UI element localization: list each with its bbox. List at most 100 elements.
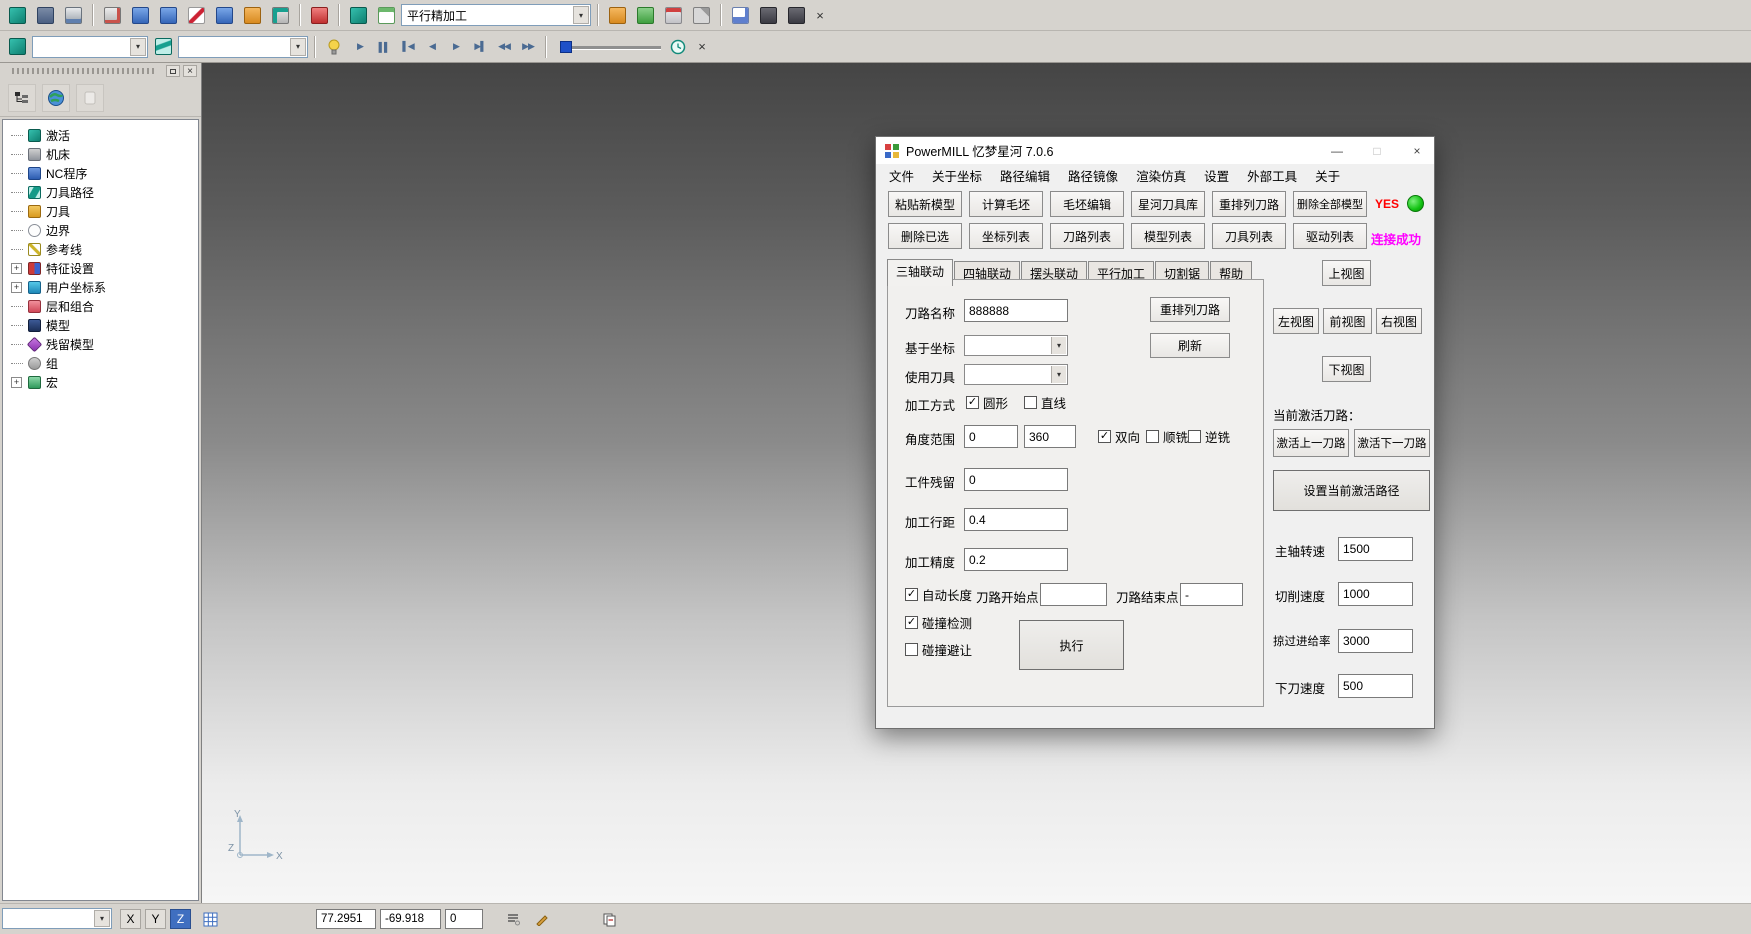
fast-forward-icon[interactable]: ▶▶ — [517, 37, 539, 57]
rewind-icon[interactable]: ◀◀ — [493, 37, 515, 57]
coord-z-field[interactable] — [445, 909, 483, 929]
menu-file[interactable]: 文件 — [880, 166, 923, 185]
tree-item-toolpaths[interactable]: 刀具路径 — [3, 183, 198, 202]
plunge-speed-input[interactable] — [1338, 674, 1413, 698]
world-icon[interactable] — [42, 84, 70, 112]
climb-mill-checkbox[interactable]: 顺铣 — [1146, 427, 1188, 446]
explorer-panel-header[interactable]: × — [0, 63, 201, 79]
chevron-down-icon[interactable]: ▾ — [1051, 337, 1066, 354]
axis-y-button[interactable]: Y — [145, 909, 166, 929]
view-front-button[interactable]: 前视图 — [1323, 308, 1372, 334]
undo-icon[interactable] — [211, 2, 237, 28]
chevron-down-icon[interactable]: ▾ — [130, 38, 146, 56]
list-icon[interactable] — [503, 909, 523, 929]
close-button[interactable]: × — [1400, 137, 1434, 164]
use-tool-combo[interactable]: ▾ — [964, 364, 1068, 385]
tool-icon[interactable] — [306, 2, 332, 28]
step-forward-icon[interactable]: ▶ — [445, 37, 467, 57]
rearrange-button[interactable]: 重排列刀路 — [1150, 297, 1230, 322]
expand-icon[interactable]: + — [11, 282, 22, 293]
toolpath-list-button[interactable]: 刀路列表 — [1050, 223, 1124, 249]
status-combo[interactable]: ▾ — [2, 908, 112, 929]
strategy-preset-combo[interactable]: 平行精加工 ▾ — [401, 4, 591, 26]
model-list-button[interactable]: 模型列表 — [1131, 223, 1205, 249]
bidirectional-checkbox[interactable]: ✓双向 — [1098, 427, 1140, 446]
import-icon[interactable] — [127, 2, 153, 28]
toolbar-close-icon[interactable]: × — [693, 38, 711, 56]
calculator-icon[interactable] — [660, 2, 686, 28]
activate-prev-button[interactable]: 激活上一刀路 — [1273, 429, 1349, 457]
skim-feed-input[interactable] — [1338, 629, 1413, 653]
expand-icon[interactable]: + — [11, 377, 22, 388]
save-icon[interactable] — [32, 2, 58, 28]
export-icon[interactable] — [155, 2, 181, 28]
menu-settings[interactable]: 设置 — [1195, 166, 1238, 185]
activate-next-button[interactable]: 激活下一刀路 — [1354, 429, 1430, 457]
paste-model-icon[interactable] — [99, 2, 125, 28]
grid-icon[interactable] — [199, 909, 221, 929]
tool-list-button[interactable]: 刀具列表 — [1212, 223, 1286, 249]
pen-icon[interactable] — [183, 2, 209, 28]
print-icon[interactable] — [60, 2, 86, 28]
toolpath-stack-icon[interactable] — [4, 34, 30, 60]
line-checkbox[interactable]: 直线 — [1024, 393, 1066, 412]
menu-external-tools[interactable]: 外部工具 — [1238, 166, 1306, 185]
tab-3axis[interactable]: 三轴联动 — [887, 259, 953, 286]
maximize-button[interactable]: □ — [1360, 137, 1394, 164]
plot-icon[interactable] — [632, 2, 658, 28]
axis-z-button[interactable]: Z — [170, 909, 191, 929]
tree-item-levels-sets[interactable]: 层和组合 — [3, 297, 198, 316]
tree-item-tools[interactable]: 刀具 — [3, 202, 198, 221]
refresh-button[interactable]: 刷新 — [1150, 333, 1230, 358]
transform-icon[interactable] — [239, 2, 265, 28]
chevron-down-icon[interactable]: ▾ — [94, 910, 110, 927]
step-back-icon[interactable]: ◀ — [421, 37, 443, 57]
chevron-down-icon[interactable]: ▾ — [573, 6, 589, 24]
axis-x-button[interactable]: X — [120, 909, 141, 929]
workplane-combo[interactable]: ▾ — [964, 335, 1068, 356]
tool-library-button[interactable]: 星河刀具库 — [1131, 191, 1205, 217]
menu-render-sim[interactable]: 渲染仿真 — [1127, 166, 1195, 185]
view-left-button[interactable]: 左视图 — [1273, 308, 1319, 334]
spindle-speed-input[interactable] — [1338, 537, 1413, 561]
cutting-speed-input[interactable] — [1338, 582, 1413, 606]
paste-new-model-button[interactable]: 粘贴新模型 — [888, 191, 962, 217]
chart-icon[interactable] — [727, 2, 753, 28]
menu-path-edit[interactable]: 路径编辑 — [991, 166, 1059, 185]
view-bottom-button[interactable]: 下视图 — [1322, 356, 1371, 382]
tree-item-activate[interactable]: 激活 — [3, 126, 198, 145]
tree-item-macros[interactable]: +宏 — [3, 373, 198, 392]
slider-handle[interactable] — [560, 41, 572, 53]
chevron-down-icon[interactable]: ▾ — [1051, 366, 1066, 383]
tree-item-feature-sets[interactable]: +特征设置 — [3, 259, 198, 278]
stock-edit-button[interactable]: 毛坯编辑 — [1050, 191, 1124, 217]
conventional-mill-checkbox[interactable]: 逆铣 — [1188, 427, 1230, 446]
annotation-pen-icon[interactable] — [532, 909, 552, 929]
tree-item-machine[interactable]: 机床 — [3, 145, 198, 164]
toolpath-name-input[interactable] — [964, 299, 1068, 322]
end-point-input[interactable] — [1180, 583, 1243, 606]
view-top-button[interactable]: 上视图 — [1322, 260, 1371, 286]
expand-icon[interactable]: + — [11, 263, 22, 274]
panel-grip[interactable] — [12, 68, 155, 74]
play-icon[interactable]: ▶ — [349, 37, 371, 57]
hammer-icon[interactable] — [604, 2, 630, 28]
collision-avoid-checkbox[interactable]: 碰撞避让 — [905, 640, 972, 659]
calc-stock-button[interactable]: 计算毛坯 — [969, 191, 1043, 217]
simulation-speed-slider[interactable] — [558, 37, 663, 57]
block-flag-icon[interactable] — [267, 2, 293, 28]
toolbar-close-icon[interactable]: × — [811, 6, 829, 24]
layers2-icon[interactable] — [345, 2, 371, 28]
toolpath-combo[interactable]: ▾ — [32, 36, 148, 58]
set-active-path-button[interactable]: 设置当前激活路径 — [1273, 470, 1430, 511]
menu-path-mirror[interactable]: 路径镜像 — [1059, 166, 1127, 185]
tree-item-patterns[interactable]: 参考线 — [3, 240, 198, 259]
panel-close-button[interactable]: × — [183, 65, 197, 77]
start-point-input[interactable] — [1040, 583, 1107, 606]
coord-x-field[interactable] — [316, 909, 376, 929]
delete-all-models-button[interactable]: 删除全部模型 — [1293, 191, 1367, 217]
binoculars-icon[interactable] — [783, 2, 809, 28]
stepover-input[interactable] — [964, 508, 1068, 531]
workplane-list-button[interactable]: 坐标列表 — [969, 223, 1043, 249]
view-right-button[interactable]: 右视图 — [1376, 308, 1422, 334]
